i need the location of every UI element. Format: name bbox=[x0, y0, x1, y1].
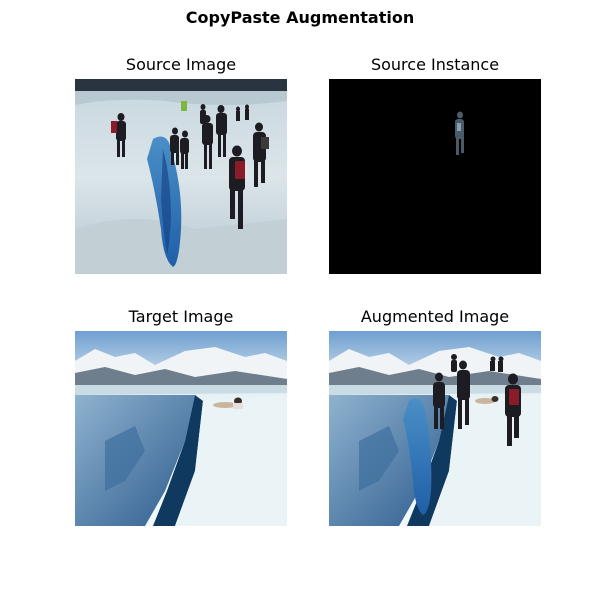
panel-title-target-image: Target Image bbox=[128, 307, 234, 326]
panel-title-augmented-image: Augmented Image bbox=[360, 307, 510, 326]
target-image-panel bbox=[75, 331, 287, 526]
augmented-image-photo bbox=[329, 331, 541, 526]
source-instance-panel bbox=[329, 79, 541, 274]
target-image-photo bbox=[75, 331, 287, 526]
figure-title: CopyPaste Augmentation bbox=[185, 8, 415, 27]
source-instance-mask bbox=[329, 79, 541, 274]
augmented-image-panel bbox=[329, 331, 541, 526]
source-image-photo bbox=[75, 79, 287, 274]
source-image-panel bbox=[75, 79, 287, 274]
panel-title-source-image: Source Image bbox=[125, 55, 237, 74]
panel-title-source-instance: Source Instance bbox=[370, 55, 500, 74]
